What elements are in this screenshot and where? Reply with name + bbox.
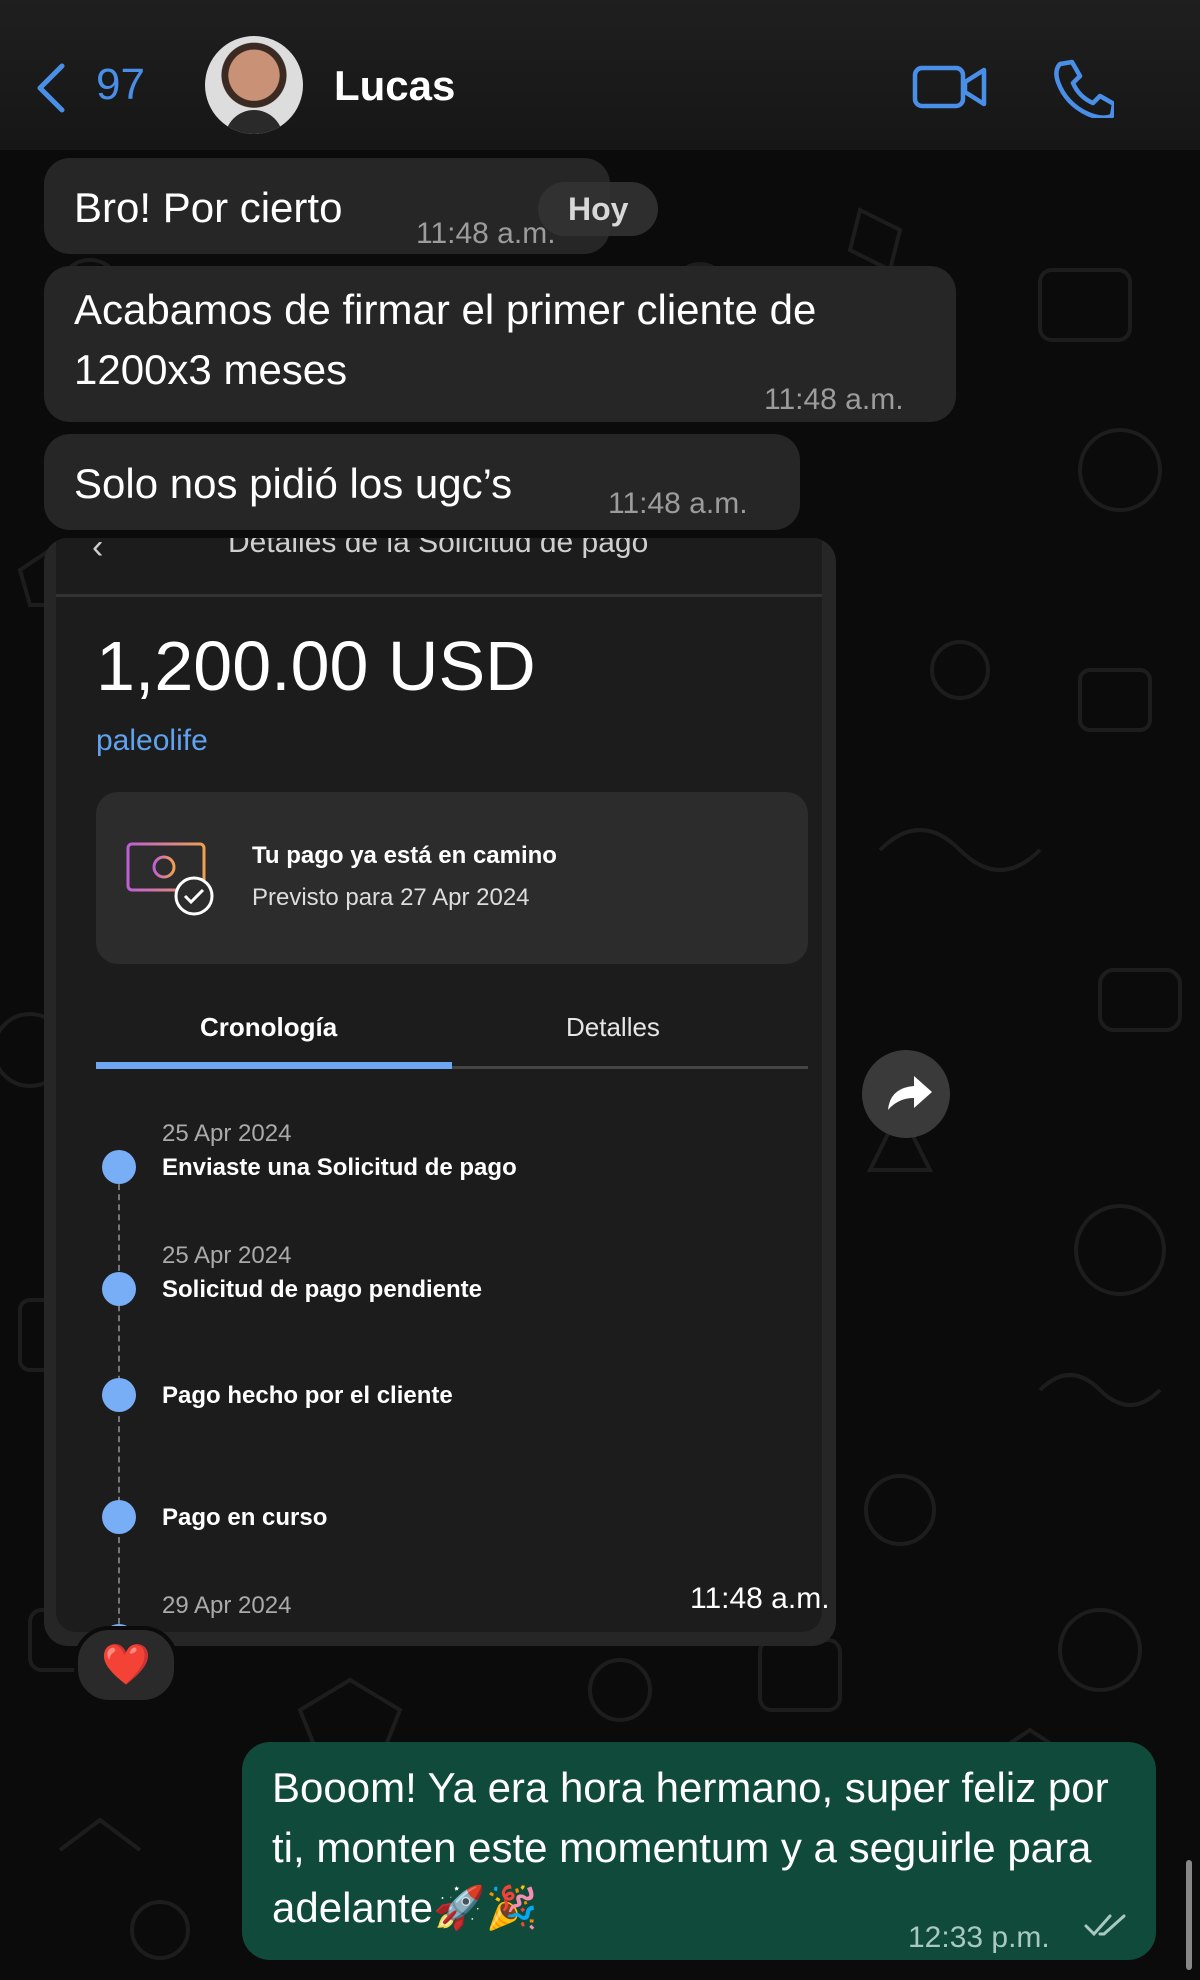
outgoing-message[interactable]: Booom! Ya era hora hermano, super feliz … [242,1742,1156,1960]
tab-active-indicator [96,1062,452,1069]
incoming-message[interactable]: Acabamos de firmar el primer cliente de … [44,266,956,422]
unread-count[interactable]: 97 [96,60,145,110]
timeline-dot [102,1150,136,1184]
scrollbar[interactable] [1186,1860,1192,1970]
timeline-dot [102,1378,136,1412]
timeline-label: Enviaste una Solicitud de pago [162,1154,517,1181]
message-text: Solo nos pidió los ugc’s [74,460,513,507]
chevron-left-icon [37,63,65,113]
timeline-dot [102,1500,136,1534]
phone-icon[interactable] [1050,58,1114,118]
screenshot-topbar: ‹ Detalles de la Solicitud de pago [56,538,822,597]
incoming-message[interactable]: Solo nos pidió los ugc’s 11:48 a.m. [44,434,800,530]
timeline-date: 25 Apr 2024 [162,1242,292,1269]
message-time: 11:48 a.m. [416,217,556,250]
payment-check-icon [126,842,214,916]
heart-reaction[interactable]: ❤️ [74,1626,178,1704]
forward-button[interactable] [862,1050,950,1138]
timeline-label: Pago hecho por el cliente [162,1382,453,1409]
message-time: 12:33 p.m. [908,1921,1050,1954]
merchant-name: paleolife [96,724,208,757]
incoming-message[interactable]: Bro! Por cierto 11:48 a.m. [44,158,610,254]
tab-timeline: Cronología [200,1012,338,1042]
timeline-dot [102,1272,136,1306]
message-time: 11:48 a.m. [690,1582,830,1615]
back-button[interactable] [32,58,72,118]
timeline-date: 29 Apr 2024 [162,1592,292,1619]
status-subtitle: Previsto para 27 Apr 2024 [252,884,530,911]
date-chip: Hoy [538,182,659,236]
avatar[interactable] [205,36,303,134]
tab-details: Detalles [566,1012,660,1042]
chat-header: 97 Lucas [0,0,1200,150]
payment-amount: 1,200.00 USD [96,627,536,705]
screenshot-title: Detalles de la Solicitud de pago [228,538,649,559]
message-time: 11:48 a.m. [764,383,904,416]
message-time: 11:48 a.m. [608,487,748,520]
forward-icon [888,1076,932,1110]
video-call-icon[interactable] [912,60,988,114]
payment-screenshot: ‹ Detalles de la Solicitud de pago 1,200… [56,538,822,1632]
heart-icon: ❤️ [101,1643,151,1687]
timeline-label: Solicitud de pago pendiente [162,1276,483,1303]
image-message[interactable]: ‹ Detalles de la Solicitud de pago 1,200… [44,538,836,1646]
message-text: Bro! Por cierto [74,184,343,231]
timeline-date: 25 Apr 2024 [162,1120,292,1147]
chevron-left-icon: ‹ [92,538,104,566]
contact-name[interactable]: Lucas [334,62,455,110]
status-card: Tu pago ya está en camino Previsto para … [96,792,808,964]
timeline-label: Pago en curso [162,1504,328,1531]
read-receipt-icon [1084,1914,1126,1937]
status-title: Tu pago ya está en camino [252,842,557,869]
